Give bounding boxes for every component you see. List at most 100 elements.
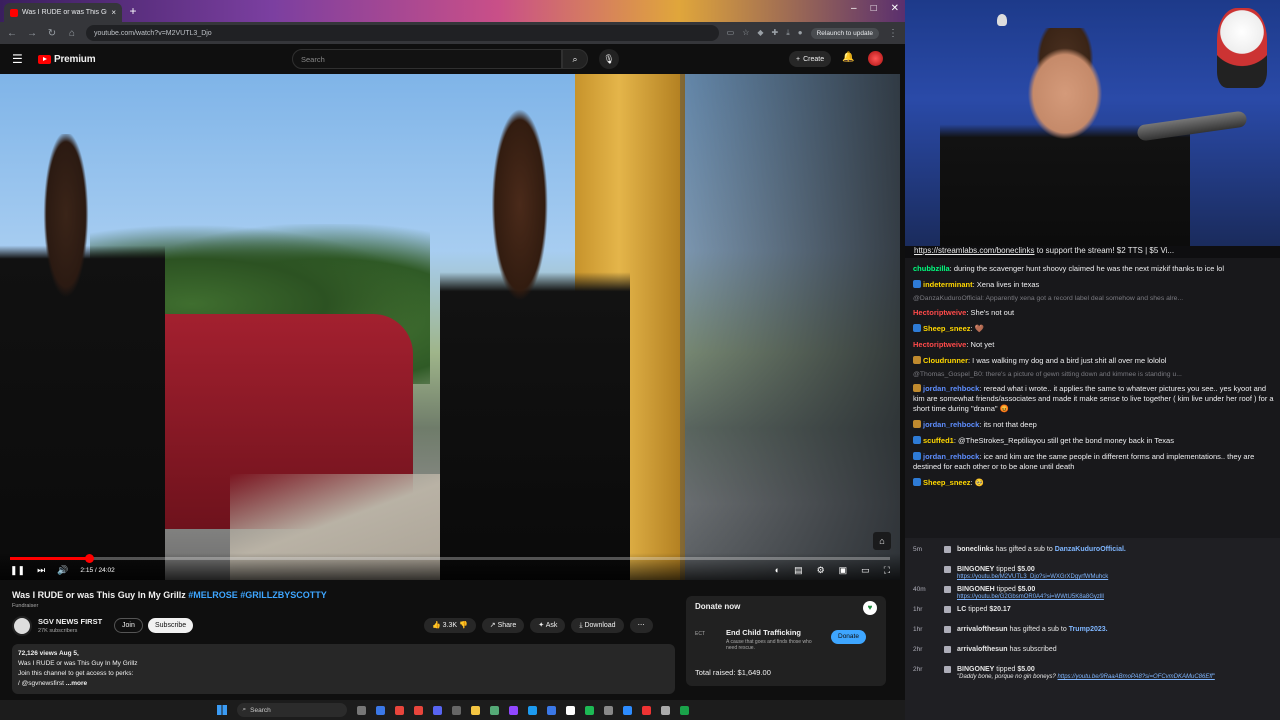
chat-username[interactable]: chubbzilla [913,264,950,273]
more-actions-icon[interactable]: ⋯ [629,618,653,633]
next-icon[interactable]: ⏭ [37,565,45,576]
home-icon[interactable]: ⌂ [66,28,78,39]
app-icon[interactable] [622,705,632,715]
chrome-icon[interactable] [394,705,404,715]
player-overlay-icon[interactable]: ⌂ [873,532,891,550]
pause-icon[interactable]: ❚❚ [10,565,25,576]
autoplay-toggle-icon[interactable]: ◐ [775,565,780,576]
chat-username[interactable]: Hectoriptweive [913,308,966,317]
notifications-bell-icon[interactable]: 🔔 [842,52,854,63]
donate-button[interactable]: Donate [831,630,866,644]
join-button[interactable]: Join [114,618,143,633]
reload-icon[interactable]: ↻ [46,28,58,39]
ask-label: Ask [545,622,558,629]
video-hashtags[interactable]: #MELROSE #GRILLZBYSCOTTY [188,590,327,600]
video-player[interactable] [0,74,900,580]
event-username[interactable]: LC [957,606,966,613]
browser-menu-icon[interactable]: ⋮ [887,28,899,39]
forward-icon[interactable]: → [26,28,38,39]
twitch-icon[interactable] [508,705,518,715]
hamburger-menu-icon[interactable]: ☰ [12,52,32,66]
discord-icon[interactable] [432,705,442,715]
settings-gear-icon[interactable]: ⚙ [817,565,825,576]
gift-recipient[interactable]: DanzaKuduroOfficial. [1055,546,1126,553]
volume-icon[interactable]: 🔊 [57,565,68,576]
event-username[interactable]: BINGONEH [957,586,995,593]
terminal-icon[interactable] [451,705,461,715]
app-icon[interactable] [660,705,670,715]
chrome-profile-icon[interactable] [413,705,423,715]
thumbs-down-icon[interactable]: 👎 [459,622,468,629]
close-tab-icon[interactable]: × [111,8,116,17]
profile-icon[interactable]: ● [798,28,803,38]
chat-username[interactable]: Sheep_sneez [923,478,971,487]
ask-button[interactable]: ✦ Ask [530,618,566,633]
event-username[interactable]: arrivalofthesun [957,646,1008,653]
event-username[interactable]: BINGONEY [957,566,994,573]
extension-icon[interactable]: ◆ [757,28,763,38]
gift-recipient[interactable]: Trump2023. [1069,626,1108,633]
app-icon[interactable] [527,705,537,715]
event-username[interactable]: arrivalofthesun [957,626,1008,633]
app-icon[interactable] [603,705,613,715]
youtube-logo[interactable]: Premium [38,54,96,65]
download-button[interactable]: ⤓ Download [571,618,624,633]
app-icon[interactable] [489,705,499,715]
streamlabs-link[interactable]: https://streamlabs.com/boneclinks [914,246,1035,255]
event-username[interactable]: boneclinks [957,546,994,553]
create-button[interactable]: + Create [789,51,832,67]
relaunch-button[interactable]: Relaunch to update [810,27,879,39]
time-display: 2:15 / 24:02 [80,566,115,574]
subscribe-button[interactable]: Subscribe [148,618,194,633]
app-icon[interactable] [546,705,556,715]
puzzle-icon[interactable]: ✚ [772,28,779,38]
search-input[interactable]: Search [292,49,562,69]
app-icon[interactable] [679,705,689,715]
sparkle-icon: ✦ [538,622,545,629]
cast-icon[interactable]: ▭ [727,28,735,38]
chat-username[interactable]: jordan_rehbock [923,420,979,429]
edge-icon[interactable] [375,705,385,715]
description-handle[interactable]: / @sgvnewsfirst [18,680,64,687]
search-icon[interactable]: ⌕ [562,49,588,69]
tab-active[interactable]: Was I RUDE or was This Gu × [4,3,122,22]
channel-name[interactable]: SGV NEWS FIRST [38,617,102,626]
taskbar-search[interactable]: ⌕ Search [236,703,347,717]
chat-username[interactable]: Cloudrunner [923,356,968,365]
video-scene-person-center [440,99,630,580]
tip-link[interactable]: https://youtu.be/9RaaABmoPA8?si=OFCvmDKA… [1058,674,1215,680]
event-username[interactable]: BINGONEY [957,666,994,673]
obs-icon[interactable] [565,705,575,715]
close-window-icon[interactable]: ✕ [891,3,899,14]
chat-username[interactable]: jordan_rehbock [923,452,979,461]
back-icon[interactable]: ← [6,28,18,39]
folder-icon[interactable] [470,705,480,715]
chat-username[interactable]: Hectoriptweive [913,340,966,349]
chat-username[interactable]: indeterminant [923,280,973,289]
bookmark-star-icon[interactable]: ☆ [742,28,749,38]
chat-username[interactable]: jordan_rehbock [923,384,979,393]
microphone-icon[interactable]: 🎙 [599,49,619,69]
channel-avatar[interactable] [12,616,32,636]
download-icon[interactable]: ⤓ [786,28,790,38]
url-field[interactable]: youtube.com/watch?v=M2VUTL3_Djo [86,25,719,41]
subtitles-icon[interactable]: ▤ [794,565,803,576]
chat-username[interactable]: scuffed1 [923,436,954,445]
account-avatar[interactable] [868,51,883,66]
description-box[interactable]: 72,126 views Aug 5, Was I RUDE or was Th… [12,644,675,694]
like-button[interactable]: 👍 3.3K 👎 [424,618,476,633]
share-button[interactable]: ↗ Share [481,618,525,633]
maximize-icon[interactable]: □ [871,3,877,14]
taskview-icon[interactable] [356,705,366,715]
new-tab-icon[interactable]: + [126,4,140,18]
theater-mode-icon[interactable]: ▭ [861,565,870,576]
app-icon[interactable] [641,705,651,715]
fullscreen-icon[interactable]: ⛶ [884,565,890,576]
chat-username[interactable]: Sheep_sneez [923,324,971,333]
windows-start-icon[interactable] [216,705,227,715]
spotify-icon[interactable] [584,705,594,715]
minimize-icon[interactable]: – [851,3,857,14]
miniplayer-icon[interactable]: ▣ [839,565,848,576]
show-more-link[interactable]: ...more [66,680,87,687]
progress-bar[interactable] [10,554,890,563]
